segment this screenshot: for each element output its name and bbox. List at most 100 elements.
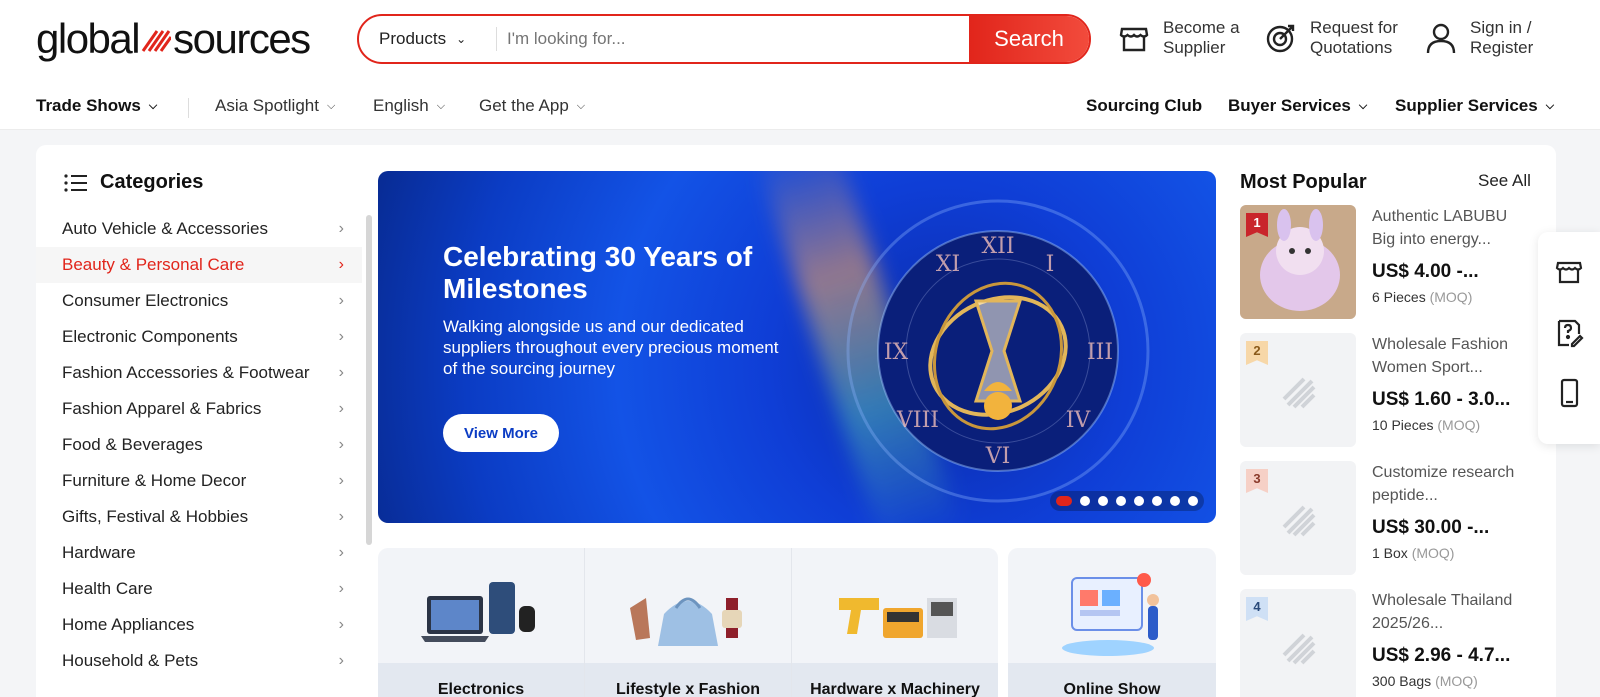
popular-item[interactable]: 3 Customize research peptide... US$ 30.00 … <box>1240 461 1530 575</box>
svg-text:IV: IV <box>1066 408 1092 433</box>
chevron-down-icon: ⌵ <box>576 99 586 112</box>
chevron-down-icon: ⌵ <box>326 99 336 112</box>
product-name[interactable]: Authentic LABUBU Big into energy... <box>1372 205 1530 251</box>
chevron-right-icon: › <box>338 400 344 417</box>
become-supplier-line2: Supplier <box>1163 38 1226 57</box>
product-thumbnail[interactable]: 4 <box>1240 589 1356 697</box>
chevron-down-icon: ⌵ <box>1545 99 1555 112</box>
category-item[interactable]: Hardware › <box>36 535 362 571</box>
product-name[interactable]: Wholesale Fashion Women Sport... <box>1372 333 1530 379</box>
exhibition-tiles: Electronics Lifestyle x Fashion Hardware… <box>378 548 1216 697</box>
chevron-right-icon: › <box>338 508 344 525</box>
category-label: Fashion Accessories & Footwear <box>62 363 310 382</box>
view-more-button[interactable]: View More <box>443 414 559 452</box>
category-item[interactable]: Beauty & Personal Care › <box>36 247 362 283</box>
electronics-image <box>421 582 535 642</box>
moq-quantity: 10 Pieces <box>1372 417 1434 433</box>
category-scrollbar[interactable] <box>366 215 372 545</box>
store-icon[interactable] <box>1554 256 1584 286</box>
carousel-dot[interactable] <box>1134 496 1144 506</box>
product-thumbnail[interactable]: 1 <box>1240 205 1356 319</box>
category-item[interactable]: Consumer Electronics › <box>36 283 362 319</box>
category-item[interactable]: Home Appliances › <box>36 607 362 643</box>
nav-trade-shows[interactable]: Trade Shows ⌵ <box>36 96 157 116</box>
chevron-down-icon: ⌄ <box>456 32 467 46</box>
mobile-app-icon[interactable] <box>1554 378 1584 408</box>
carousel-dot[interactable] <box>1152 496 1162 506</box>
nav-sourcing-club[interactable]: Sourcing Club <box>1086 96 1202 116</box>
center-column: XII III VI IX I XI IV VIII Celebrating 30 Ye… <box>378 145 1216 697</box>
logo-text-global: global <box>36 15 141 62</box>
logo-stripes-icon <box>141 30 172 52</box>
sign-in-register-link[interactable]: Sign in / Register <box>1424 18 1533 58</box>
nav-buyer-services[interactable]: Buyer Services ⌵ <box>1228 96 1367 116</box>
search-button[interactable]: Search <box>969 16 1089 62</box>
category-item[interactable]: Food & Beverages › <box>36 427 362 463</box>
product-thumbnail[interactable]: 3 <box>1240 461 1356 575</box>
product-name[interactable]: Customize research peptide... <box>1372 461 1530 507</box>
nav-supplier-services-label: Supplier Services <box>1395 96 1538 115</box>
carousel-dot[interactable] <box>1116 496 1126 506</box>
product-name[interactable]: Wholesale Thailand 2025/26... <box>1372 589 1530 635</box>
nav-divider <box>188 98 189 118</box>
category-item[interactable]: Health Care › <box>36 571 362 607</box>
svg-text:VIII: VIII <box>896 408 939 433</box>
category-item[interactable]: Fashion Apparel & Fabrics › <box>36 391 362 427</box>
category-label: Home Appliances <box>62 615 195 634</box>
nav-supplier-services[interactable]: Supplier Services ⌵ <box>1395 96 1554 116</box>
category-label: Furniture & Home Decor <box>62 471 247 490</box>
category-item[interactable]: Household & Pets › <box>36 643 362 679</box>
popular-item[interactable]: 2 Wholesale Fashion Women Sport... US$ 1.6… <box>1240 333 1530 447</box>
globalsources-logo[interactable]: global sources <box>36 14 311 64</box>
moq-label: (MOQ) <box>1435 673 1478 689</box>
product-moq: 10 Pieces (MOQ) <box>1372 417 1480 433</box>
tile-lifestyle-fashion[interactable]: Lifestyle x Fashion <box>585 548 792 697</box>
categories-panel: Categories Auto Vehicle & Accessories › Be… <box>36 145 378 697</box>
category-item[interactable]: Electronic Components › <box>36 319 362 355</box>
tile-hardware-machinery[interactable]: Hardware x Machinery <box>792 548 998 697</box>
see-all-link[interactable]: See All <box>1478 171 1531 191</box>
nav-language-label: English <box>373 96 429 115</box>
store-icon <box>1119 27 1149 52</box>
category-label: Household & Pets <box>62 651 199 670</box>
product-thumbnail[interactable]: 2 <box>1240 333 1356 447</box>
category-label: Consumer Electronics <box>62 291 229 310</box>
category-item[interactable]: Fashion Accessories & Footwear › <box>36 355 362 391</box>
tile-online-show[interactable]: Online Show <box>1008 548 1216 697</box>
carousel-dot[interactable] <box>1188 496 1198 506</box>
nav-get-app[interactable]: Get the App ⌵ <box>479 96 585 116</box>
category-label: Health Care <box>62 579 153 598</box>
popular-item[interactable]: 4 Wholesale Thailand 2025/26... US$ 2.96 -… <box>1240 589 1530 697</box>
site-header: global sources Products ⌄ Search Become … <box>0 0 1600 130</box>
popular-item[interactable]: 1 Authentic LABUBU Big into energy... US$ … <box>1240 205 1530 319</box>
tile-electronics[interactable]: Electronics <box>378 548 585 697</box>
carousel-dot[interactable] <box>1080 496 1090 506</box>
category-item[interactable]: Gifts, Festival & Hobbies › <box>36 499 362 535</box>
become-supplier-link[interactable]: Become a Supplier <box>1117 18 1240 58</box>
category-list: Auto Vehicle & Accessories › Beauty & Pers… <box>36 211 362 679</box>
carousel-dot[interactable] <box>1056 496 1072 506</box>
sign-in-line1: Sign in / <box>1470 18 1532 37</box>
product-moq: 300 Bags (MOQ) <box>1372 673 1478 689</box>
product-moq: 6 Pieces (MOQ) <box>1372 289 1472 305</box>
search-input[interactable] <box>497 16 969 62</box>
nav-asia-spotlight[interactable]: Asia Spotlight ⌵ <box>215 96 335 116</box>
category-item[interactable]: Auto Vehicle & Accessories › <box>36 211 362 247</box>
hardware-image <box>839 598 957 638</box>
category-item[interactable]: Furniture & Home Decor › <box>36 463 362 499</box>
product-price: US$ 2.96 - 4.7... <box>1372 645 1511 666</box>
nav-language[interactable]: English ⌵ <box>373 96 445 116</box>
category-label: Gifts, Festival & Hobbies <box>62 507 249 526</box>
carousel-dot[interactable] <box>1098 496 1108 506</box>
categories-heading: Categories <box>64 171 203 194</box>
question-edit-icon[interactable] <box>1554 318 1584 348</box>
tile-label: Online Show <box>1008 663 1216 697</box>
chevron-right-icon: › <box>338 292 344 309</box>
search-category-select[interactable]: Products ⌄ <box>359 27 497 51</box>
hero-banner[interactable]: XII III VI IX I XI IV VIII Celebrating 30 Ye… <box>378 171 1216 523</box>
moq-quantity: 6 Pieces <box>1372 289 1426 305</box>
request-quotations-link[interactable]: Request for Quotations <box>1264 18 1398 58</box>
product-price: US$ 30.00 -... <box>1372 517 1490 538</box>
moq-label: (MOQ) <box>1411 545 1455 561</box>
carousel-dot[interactable] <box>1170 496 1180 506</box>
